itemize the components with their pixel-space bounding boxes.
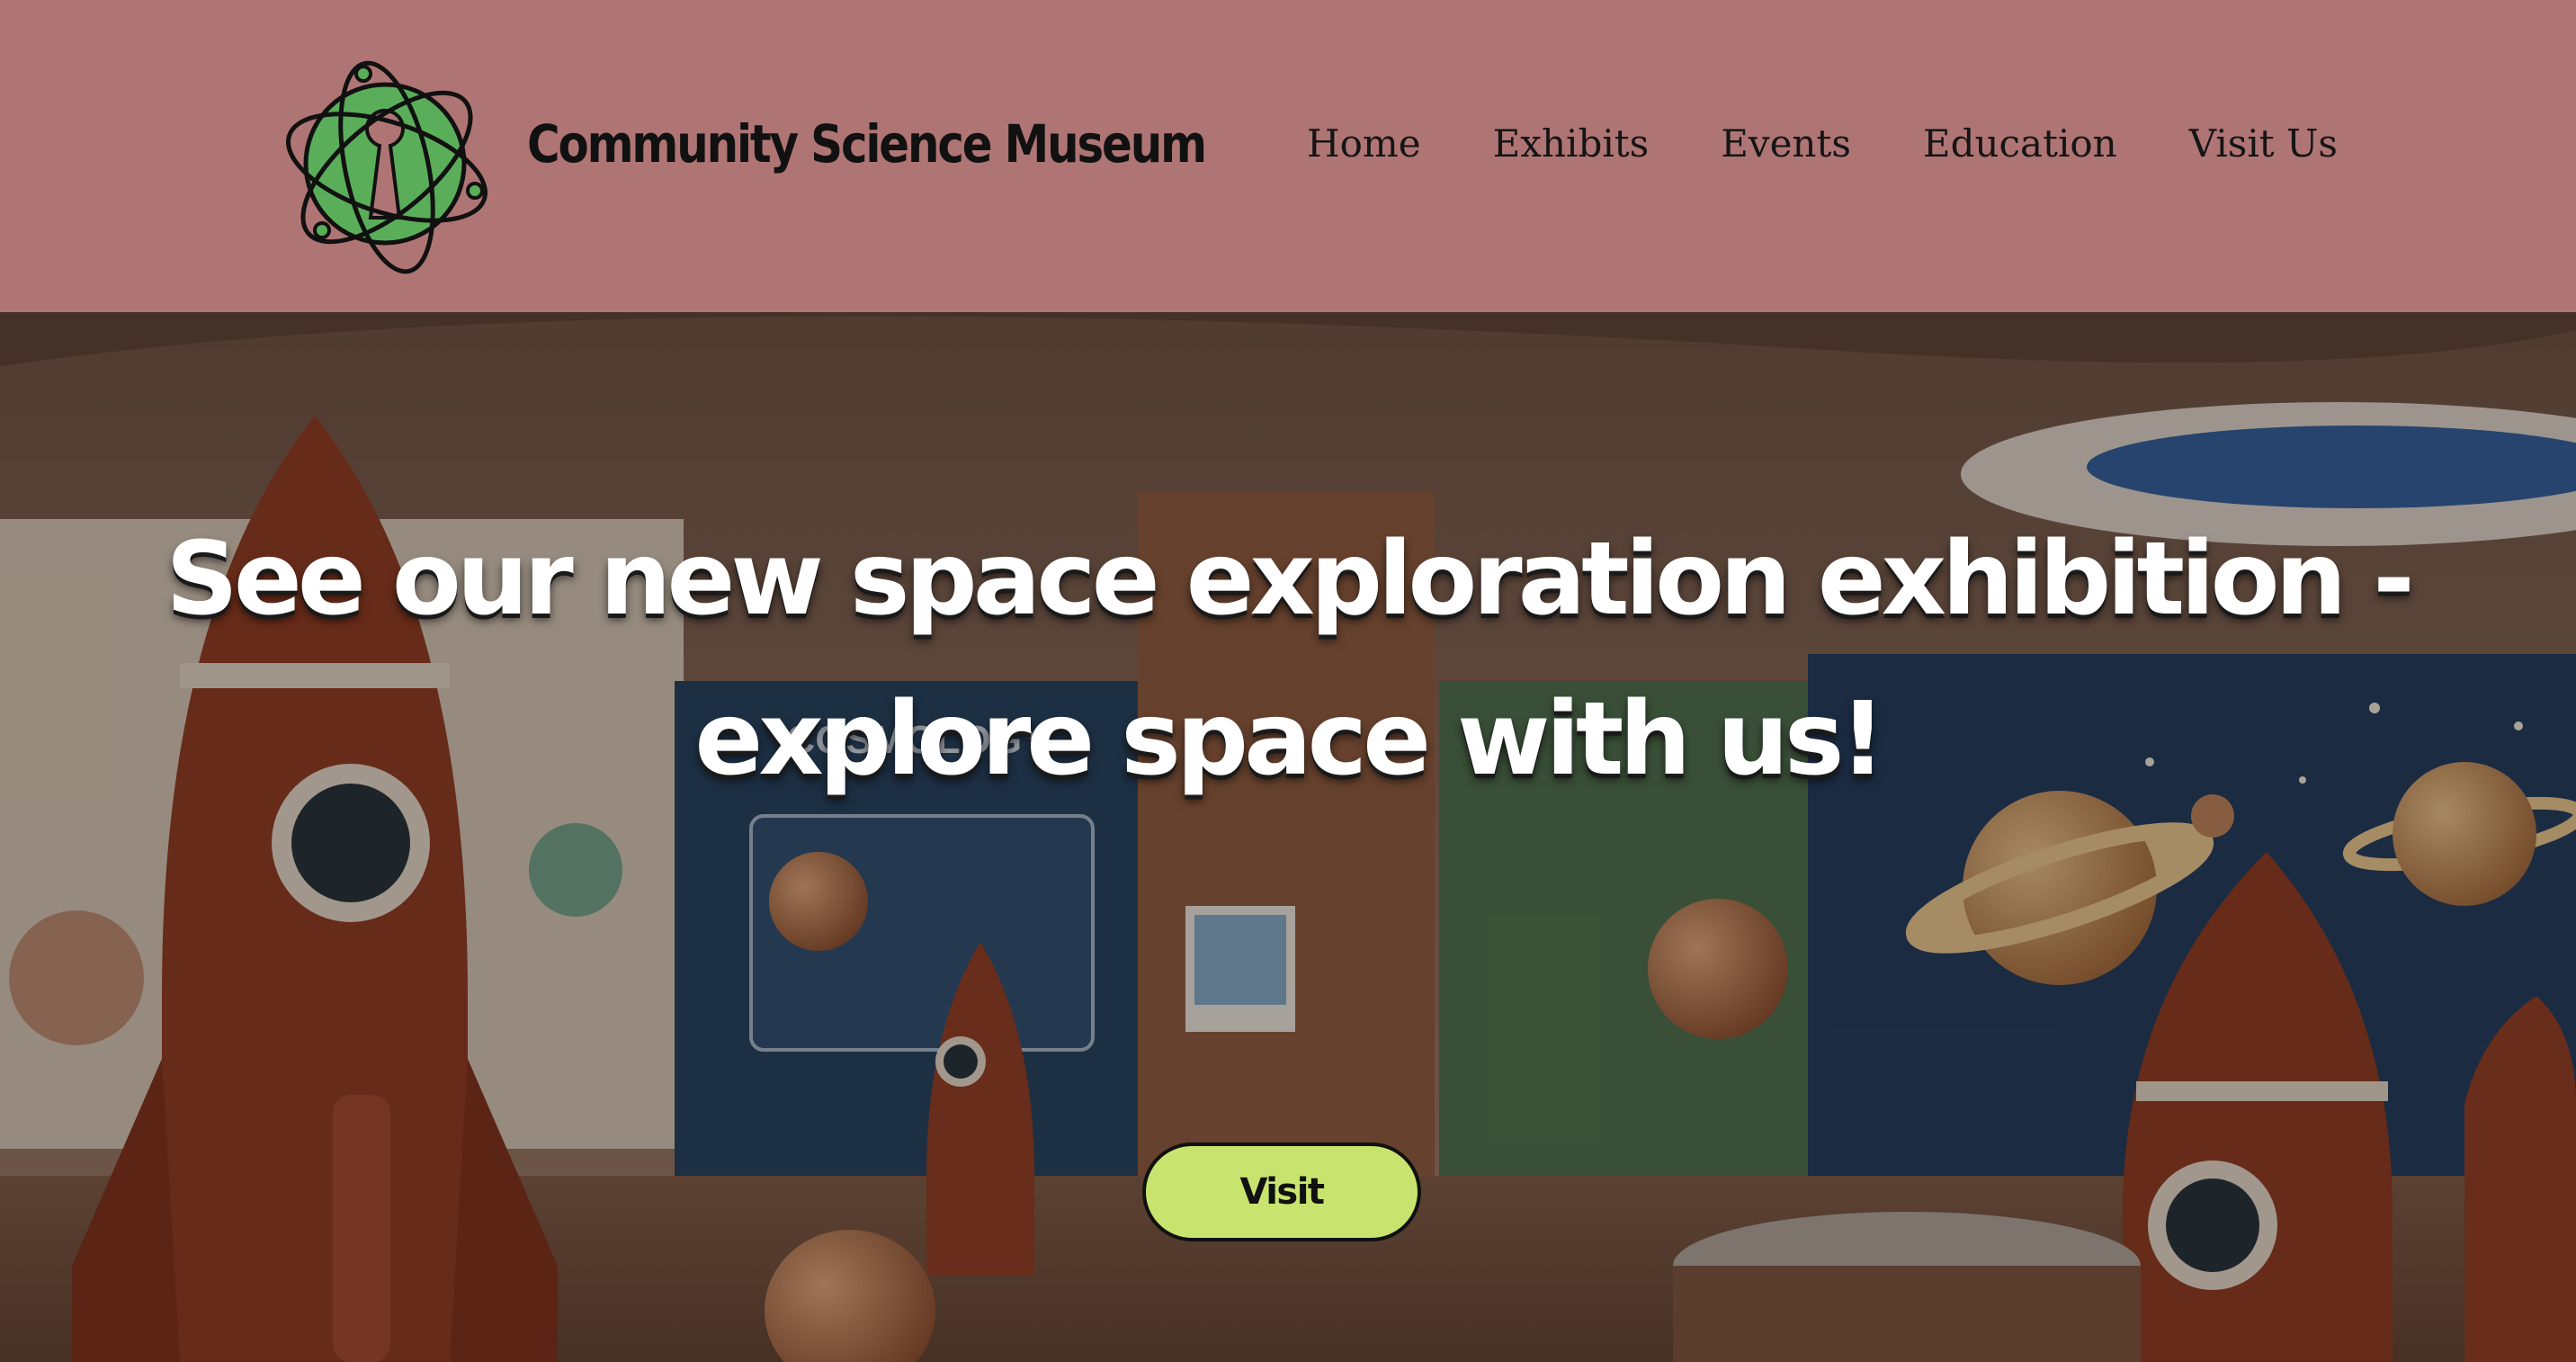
nav-visit-us[interactable]: Visit Us [2189, 108, 2338, 180]
main-nav: Home Exhibits Events Education Visit Us [1307, 108, 2338, 180]
site-header: Community Science Museum Home Exhibits E… [0, 0, 2576, 312]
hero-headline: See our new space exploration exhibition… [165, 521, 2415, 798]
atom-keyhole-logo-icon[interactable] [282, 50, 491, 282]
nav-home[interactable]: Home [1307, 108, 1421, 180]
nav-exhibits[interactable]: Exhibits [1493, 108, 1650, 180]
nav-events[interactable]: Events [1721, 108, 1851, 180]
visit-button[interactable]: Visit [1142, 1142, 1421, 1241]
hero-section: COSMOLOGY See our new space exploration … [0, 312, 2576, 1362]
nav-education[interactable]: Education [1923, 108, 2117, 180]
brand-name[interactable]: Community Science Museum [527, 108, 1207, 180]
